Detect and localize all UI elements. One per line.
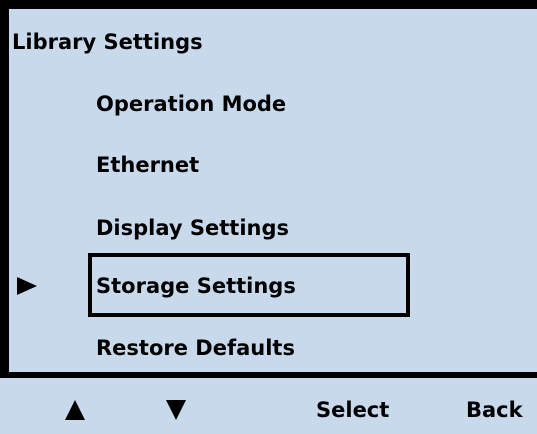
lcd-screen: Library Settings Operation Mode Ethernet… <box>0 0 537 434</box>
screen-frame-left <box>0 0 9 372</box>
up-arrow-icon[interactable] <box>65 400 85 420</box>
menu-item-operation-mode[interactable]: Operation Mode <box>96 89 286 119</box>
back-softkey[interactable]: Back <box>466 395 523 425</box>
menu-item-restore-defaults[interactable]: Restore Defaults <box>96 333 295 363</box>
select-softkey[interactable]: Select <box>316 395 389 425</box>
selection-pointer-icon <box>17 277 37 295</box>
menu-item-ethernet[interactable]: Ethernet <box>96 150 199 180</box>
menu-item-display-settings[interactable]: Display Settings <box>96 213 289 243</box>
softkey-divider <box>0 372 537 378</box>
menu-title: Library Settings <box>12 30 203 54</box>
down-arrow-icon[interactable] <box>166 400 186 420</box>
screen-frame-top <box>0 0 537 9</box>
selection-highlight-box <box>88 253 410 317</box>
